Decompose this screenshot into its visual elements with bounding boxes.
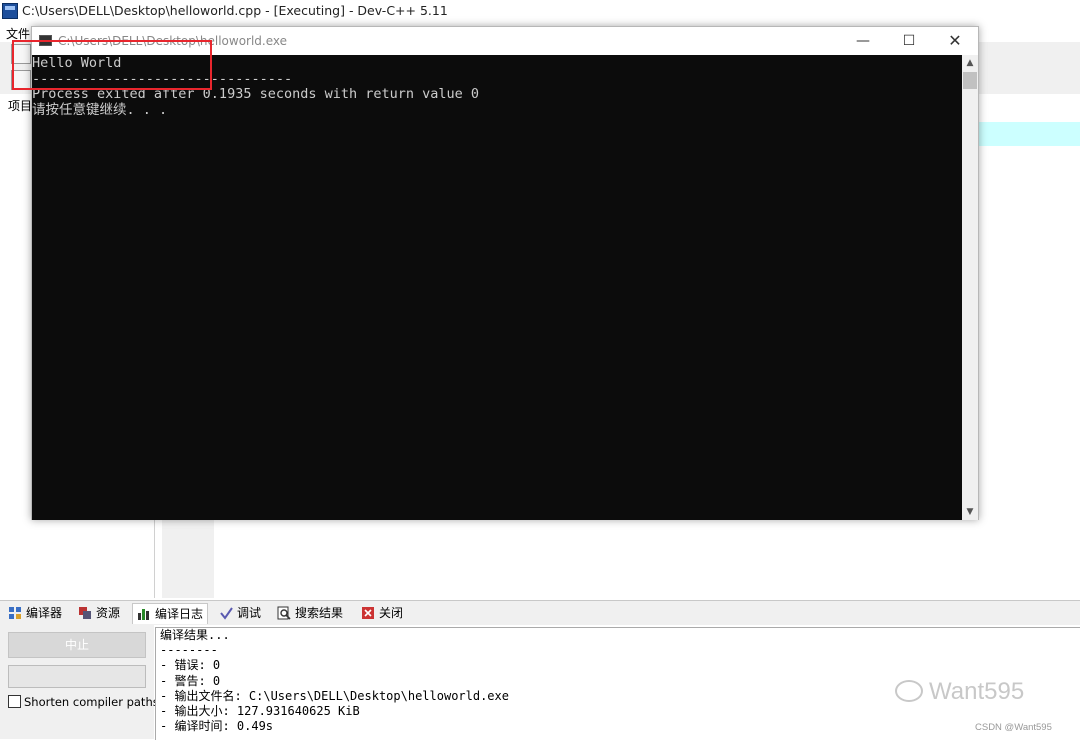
console-line: 请按任意键继续. . . bbox=[32, 101, 168, 118]
tab-resources[interactable]: 资源 bbox=[74, 603, 124, 624]
resources-icon bbox=[79, 607, 91, 619]
maximize-button[interactable]: ☐ bbox=[886, 27, 932, 55]
wechat-icon bbox=[895, 680, 923, 702]
main-titlebar: C:\Users\DELL\Desktop\helloworld.cpp - [… bbox=[0, 0, 1080, 24]
compile-progress-bar bbox=[8, 665, 146, 688]
highlight-annotation-box bbox=[12, 40, 212, 90]
minimize-button[interactable]: — bbox=[840, 27, 886, 55]
shorten-paths-checkbox[interactable] bbox=[8, 695, 21, 708]
console-scrollbar[interactable]: ▲ ▼ bbox=[962, 55, 978, 520]
compiler-icon bbox=[9, 607, 21, 619]
close-button[interactable]: ✕ bbox=[932, 27, 978, 55]
shorten-paths-label: Shorten compiler paths bbox=[24, 695, 159, 709]
devcpp-app-icon bbox=[2, 3, 18, 19]
tab-close[interactable]: 关闭 bbox=[357, 603, 407, 624]
log-line: 编译结果... bbox=[160, 628, 230, 642]
log-line: - 输出文件名: C:\Users\DELL\Desktop\helloworl… bbox=[160, 688, 509, 703]
tab-close-label: 关闭 bbox=[379, 606, 404, 620]
checkmark-icon bbox=[220, 607, 233, 620]
scroll-up-arrow-icon[interactable]: ▲ bbox=[962, 55, 978, 71]
tab-compile-log[interactable]: 编译日志 bbox=[132, 603, 209, 624]
tab-compiler[interactable]: 编译器 bbox=[4, 603, 66, 624]
bar-chart-icon bbox=[138, 609, 149, 620]
shorten-paths-option[interactable]: Shorten compiler paths bbox=[8, 695, 159, 709]
csdn-watermark: CSDN @Want595 bbox=[975, 722, 1052, 733]
stop-button[interactable]: 中止 bbox=[8, 632, 146, 658]
tab-search-results[interactable]: 搜索结果 bbox=[273, 603, 347, 624]
log-line: - 错误: 0 bbox=[160, 658, 221, 673]
console-output[interactable]: Hello World -----------------------------… bbox=[32, 55, 962, 520]
compile-controls: 中止 Shorten compiler paths bbox=[0, 624, 159, 739]
tab-debug[interactable]: 调试 bbox=[215, 603, 265, 624]
search-icon bbox=[277, 606, 291, 620]
scroll-down-arrow-icon[interactable]: ▼ bbox=[962, 504, 978, 520]
compile-log-text: 编译结果... -------- - 错误: 0- 警告: 0- 输出文件名: C:… bbox=[160, 628, 509, 734]
tab-search-results-label: 搜索结果 bbox=[295, 606, 344, 620]
log-line: - 输出大小: 127.931640625 KiB bbox=[160, 704, 360, 719]
scroll-thumb[interactable] bbox=[963, 72, 977, 89]
wechat-watermark: Want595 bbox=[895, 678, 1024, 706]
watermark-text: Want595 bbox=[929, 678, 1025, 705]
bottom-tab-bar: 编译器 资源 编译日志 调试 搜索结果 关闭 bbox=[0, 600, 1080, 625]
tab-resources-label: 资源 bbox=[96, 606, 121, 620]
log-line: -------- bbox=[160, 643, 218, 658]
console-window: C:\Users\DELL\Desktop\helloworld.exe — ☐… bbox=[31, 26, 979, 520]
main-window-title: C:\Users\DELL\Desktop\helloworld.cpp - [… bbox=[22, 3, 448, 18]
close-icon bbox=[362, 607, 374, 619]
tab-compiler-label: 编译器 bbox=[26, 606, 63, 620]
log-line: - 警告: 0 bbox=[160, 673, 221, 688]
project-panel-title[interactable]: 项目 bbox=[8, 97, 32, 114]
log-line: - 编译时间: 0.49s bbox=[160, 719, 274, 734]
tab-compile-log-label: 编译日志 bbox=[155, 607, 204, 621]
tab-debug-label: 调试 bbox=[237, 606, 262, 620]
